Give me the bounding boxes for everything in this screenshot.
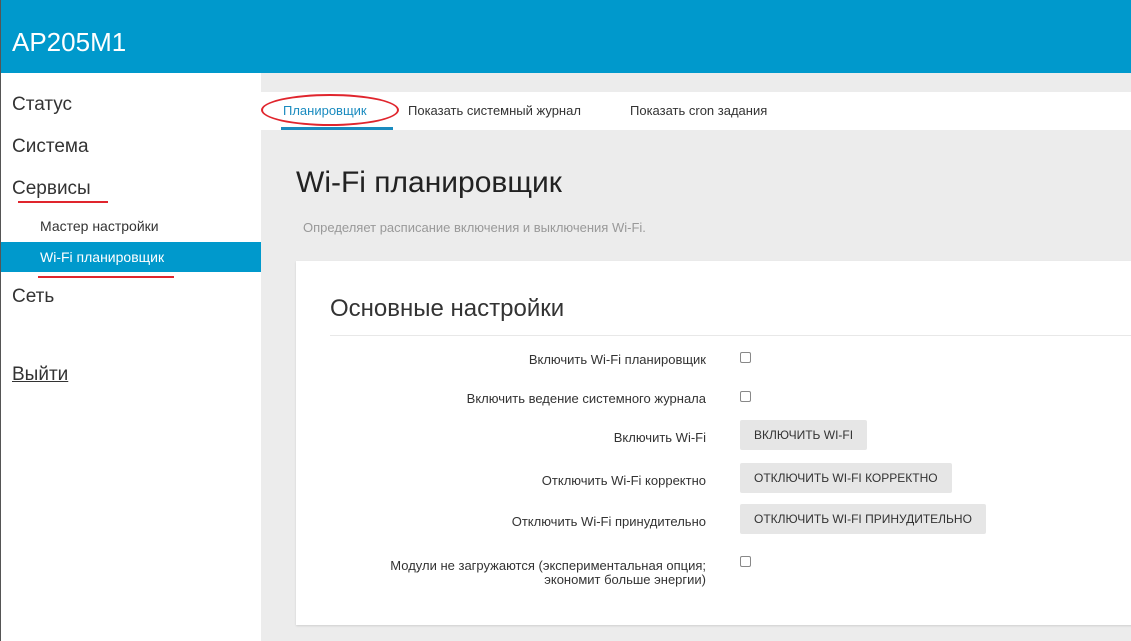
settings-card: Основные настройки Включить Wi-Fi планир… xyxy=(296,261,1131,625)
row-label-disable-wifi-force: Отключить Wi-Fi принудительно xyxy=(511,514,706,529)
row-label-modules-not-loaded: Модули не загружаются (экспериментальная… xyxy=(390,558,706,587)
row-label-enable-wifi: Включить Wi-Fi xyxy=(613,430,706,445)
sidebar-subitem-setup-wizard[interactable]: Мастер настройки xyxy=(1,211,261,241)
sidebar-subitem-wifi-scheduler[interactable]: Wi-Fi планировщик xyxy=(1,242,261,272)
disable-wifi-graceful-button[interactable]: ОТКЛЮЧИТЬ WI-FI КОРРЕКТНО xyxy=(740,463,952,493)
logout-link[interactable]: Выйти xyxy=(12,363,68,387)
sidebar-subitem-label: Мастер настройки xyxy=(40,218,159,234)
enable-wifi-button[interactable]: ВКЛЮЧИТЬ WI-FI xyxy=(740,420,868,450)
sidebar-item-services[interactable]: Сервисы xyxy=(12,177,91,201)
disable-wifi-force-button[interactable]: ОТКЛЮЧИТЬ WI-FI ПРИНУДИТЕЛЬНО xyxy=(740,504,986,534)
sidebar-item-network[interactable]: Сеть xyxy=(12,285,54,309)
wifi-scheduler-red-underline xyxy=(38,276,174,278)
enable-scheduler-checkbox[interactable] xyxy=(740,352,751,363)
active-tab-underline xyxy=(281,127,393,130)
tab-system-log[interactable]: Показать системный журнал xyxy=(408,103,581,119)
modules-not-loaded-checkbox[interactable] xyxy=(740,556,751,567)
section-title: Основные настройки xyxy=(330,295,565,322)
section-divider xyxy=(330,335,1131,336)
tab-cron-jobs[interactable]: Показать cron задания xyxy=(630,103,767,119)
page-title: Wi-Fi планировщик xyxy=(296,166,562,199)
row-label-enable-syslog: Включить ведение системного журнала xyxy=(466,391,706,406)
tab-scheduler[interactable]: Планировщик xyxy=(283,103,367,119)
main-content: Планировщик Показать системный журнал По… xyxy=(261,73,1131,641)
sidebar-subitem-label: Wi-Fi планировщик xyxy=(40,249,165,265)
services-red-underline xyxy=(18,201,108,203)
sidebar-item-status[interactable]: Статус xyxy=(12,93,72,117)
top-bar: AP205M1 xyxy=(1,0,1131,73)
row-label-disable-wifi-graceful: Отключить Wi-Fi корректно xyxy=(541,473,706,488)
tab-bar: Планировщик Показать системный журнал По… xyxy=(261,92,1131,130)
sidebar: Статус Система Сервисы Мастер настройки … xyxy=(1,73,261,641)
page-description: Определяет расписание включения и выключ… xyxy=(303,220,646,235)
row-label-enable-scheduler: Включить Wi-Fi планировщик xyxy=(528,352,706,367)
sidebar-item-system[interactable]: Система xyxy=(12,135,89,159)
app-window: AP205M1 Статус Система Сервисы Мастер на… xyxy=(0,0,1131,641)
enable-syslog-checkbox[interactable] xyxy=(740,391,751,402)
device-title: AP205M1 xyxy=(12,27,127,57)
